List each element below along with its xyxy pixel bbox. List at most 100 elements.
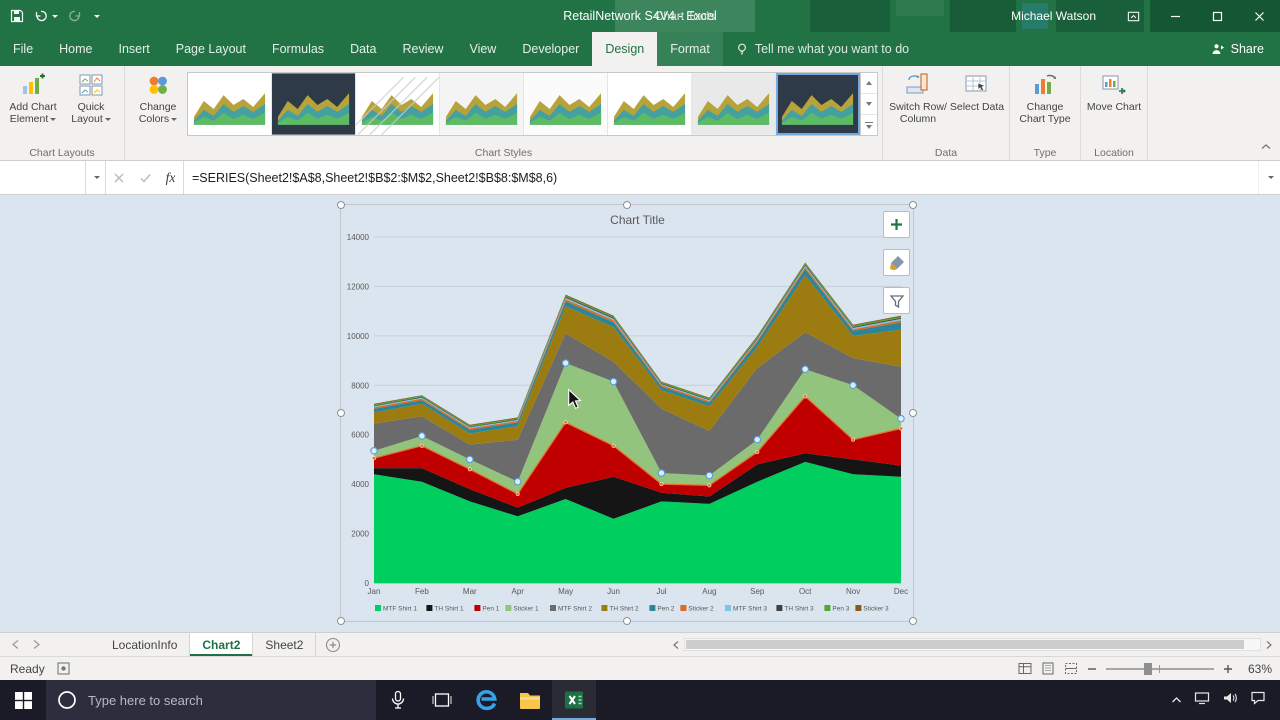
macro-record-icon[interactable]: [57, 662, 70, 675]
chart-selection-handle[interactable]: [909, 201, 917, 209]
page-layout-view-icon[interactable]: [1041, 662, 1055, 675]
legend-swatch-th-shirt-2[interactable]: [601, 605, 607, 611]
chart-selection-handle[interactable]: [623, 201, 631, 209]
legend-swatch-mtf-shirt-1[interactable]: [375, 605, 381, 611]
chart-selection-handle[interactable]: [337, 617, 345, 625]
ribbon-tab-design[interactable]: Design: [592, 32, 657, 66]
selected-point-handle[interactable]: [802, 366, 808, 372]
marker-point[interactable]: [372, 456, 376, 460]
ribbon-tab-home[interactable]: Home: [46, 32, 105, 66]
selected-point-handle[interactable]: [467, 456, 473, 462]
move-chart-button[interactable]: Move Chart: [1085, 68, 1143, 113]
legend-label-mtf-shirt-1[interactable]: MTF Shirt 1: [383, 606, 417, 613]
chart-selection-handle[interactable]: [909, 617, 917, 625]
redo-icon[interactable]: [68, 9, 82, 23]
chart-style-option-6[interactable]: [608, 73, 692, 135]
share-button[interactable]: Share: [1195, 32, 1280, 66]
add-chart-element-button[interactable]: Add Chart Element: [4, 68, 62, 125]
selected-point-handle[interactable]: [562, 360, 568, 366]
marker-point[interactable]: [612, 444, 616, 448]
chart-styles-button[interactable]: [883, 249, 910, 276]
ribbon-tab-page-layout[interactable]: Page Layout: [163, 32, 259, 66]
speaker-icon[interactable]: [1222, 691, 1238, 710]
legend-label-sticker-3[interactable]: Sticker 3: [863, 606, 889, 613]
legend-label-th-shirt-1[interactable]: TH Shirt 1: [434, 606, 464, 613]
edge-icon[interactable]: [464, 680, 508, 720]
gallery-scroll-up-button[interactable]: [861, 73, 877, 94]
chart-selection-handle[interactable]: [623, 617, 631, 625]
zoom-out-icon[interactable]: [1087, 664, 1097, 674]
start-button[interactable]: [0, 680, 46, 720]
tray-expand-icon[interactable]: [1171, 691, 1182, 709]
gallery-more-button[interactable]: [861, 115, 877, 135]
ribbon-tab-developer[interactable]: Developer: [509, 32, 592, 66]
network-icon[interactable]: [1194, 691, 1210, 710]
selected-point-handle[interactable]: [515, 478, 521, 484]
selected-point-handle[interactable]: [610, 378, 616, 384]
marker-point[interactable]: [468, 468, 472, 472]
close-button[interactable]: [1238, 0, 1280, 32]
legend-swatch-sticker-2[interactable]: [680, 605, 686, 611]
selected-point-handle[interactable]: [706, 472, 712, 478]
user-name[interactable]: Michael Watson: [1011, 9, 1096, 23]
formula-bar-expand-icon[interactable]: [1258, 161, 1280, 194]
zoom-level[interactable]: 63%: [1242, 662, 1272, 676]
file-explorer-icon[interactable]: [508, 680, 552, 720]
hscroll-left-icon[interactable]: [668, 641, 684, 649]
marker-point[interactable]: [851, 438, 855, 442]
taskbar-search-input[interactable]: [88, 693, 328, 708]
switch-row-column-button[interactable]: Switch Row/ Column: [887, 68, 949, 125]
change-chart-type-button[interactable]: Change Chart Type: [1014, 68, 1076, 125]
legend-label-th-shirt-2[interactable]: TH Shirt 2: [609, 606, 639, 613]
legend-label-mtf-shirt-3[interactable]: MTF Shirt 3: [733, 606, 767, 613]
selected-point-handle[interactable]: [850, 382, 856, 388]
sheet-tab-sheet2[interactable]: Sheet2: [253, 633, 316, 656]
ribbon-tab-data[interactable]: Data: [337, 32, 389, 66]
formula-input[interactable]: =SERIES(Sheet2!$A$8,Sheet2!$B$2:$M$2,She…: [184, 161, 1258, 194]
ribbon-display-options-icon[interactable]: [1112, 0, 1154, 32]
legend-swatch-pen-3[interactable]: [824, 605, 830, 611]
legend-label-sticker-2[interactable]: Sticker 2: [688, 606, 714, 613]
legend-label-pen-1[interactable]: Pen 1: [482, 606, 499, 613]
selected-point-handle[interactable]: [898, 415, 904, 421]
customize-quick-access-icon[interactable]: [92, 15, 100, 18]
sheet-scroll-right-icon[interactable]: [33, 638, 40, 652]
undo-dropdown-icon[interactable]: [52, 15, 58, 18]
zoom-slider[interactable]: [1106, 668, 1214, 670]
selected-point-handle[interactable]: [419, 433, 425, 439]
chart-style-option-8[interactable]: [776, 73, 860, 135]
legend-swatch-sticker-1[interactable]: [505, 605, 511, 611]
insert-function-button[interactable]: fx: [158, 161, 184, 194]
marker-point[interactable]: [516, 492, 520, 496]
chart-filters-button[interactable]: [883, 287, 910, 314]
hscroll-thumb[interactable]: [686, 640, 1244, 649]
minimize-button[interactable]: [1154, 0, 1196, 32]
legend-swatch-sticker-3[interactable]: [855, 605, 861, 611]
sheet-tab-locationinfo[interactable]: LocationInfo: [100, 633, 190, 656]
legend-swatch-th-shirt-1[interactable]: [426, 605, 432, 611]
selected-point-handle[interactable]: [658, 470, 664, 476]
notification-icon[interactable]: [1250, 690, 1266, 710]
selected-point-handle[interactable]: [754, 436, 760, 442]
quick-layout-button[interactable]: Quick Layout: [62, 68, 120, 125]
task-view-icon[interactable]: [420, 680, 464, 720]
cancel-entry-icon[interactable]: [106, 161, 132, 194]
tell-me-box[interactable]: Tell me what you want to do: [723, 32, 921, 66]
chart-object[interactable]: 02000400060008000100001200014000JanFebMa…: [340, 204, 914, 622]
legend-label-sticker-1[interactable]: Sticker 1: [513, 606, 539, 613]
chart-style-option-4[interactable]: [440, 73, 524, 135]
marker-point[interactable]: [803, 395, 807, 399]
page-break-view-icon[interactable]: [1064, 662, 1078, 675]
legend-label-pen-3[interactable]: Pen 3: [832, 606, 849, 613]
sheet-tab-chart2[interactable]: Chart2: [190, 633, 253, 656]
hscroll-track[interactable]: [684, 638, 1261, 651]
gallery-scroll-down-button[interactable]: [861, 94, 877, 115]
marker-point[interactable]: [420, 444, 424, 448]
hscroll-right-icon[interactable]: [1261, 641, 1277, 649]
excel-taskbar-icon[interactable]: [552, 680, 596, 720]
ribbon-tab-review[interactable]: Review: [389, 32, 456, 66]
new-sheet-button[interactable]: [325, 633, 341, 656]
normal-view-icon[interactable]: [1018, 662, 1032, 675]
chart-style-option-7[interactable]: [692, 73, 776, 135]
zoom-in-icon[interactable]: [1223, 664, 1233, 674]
